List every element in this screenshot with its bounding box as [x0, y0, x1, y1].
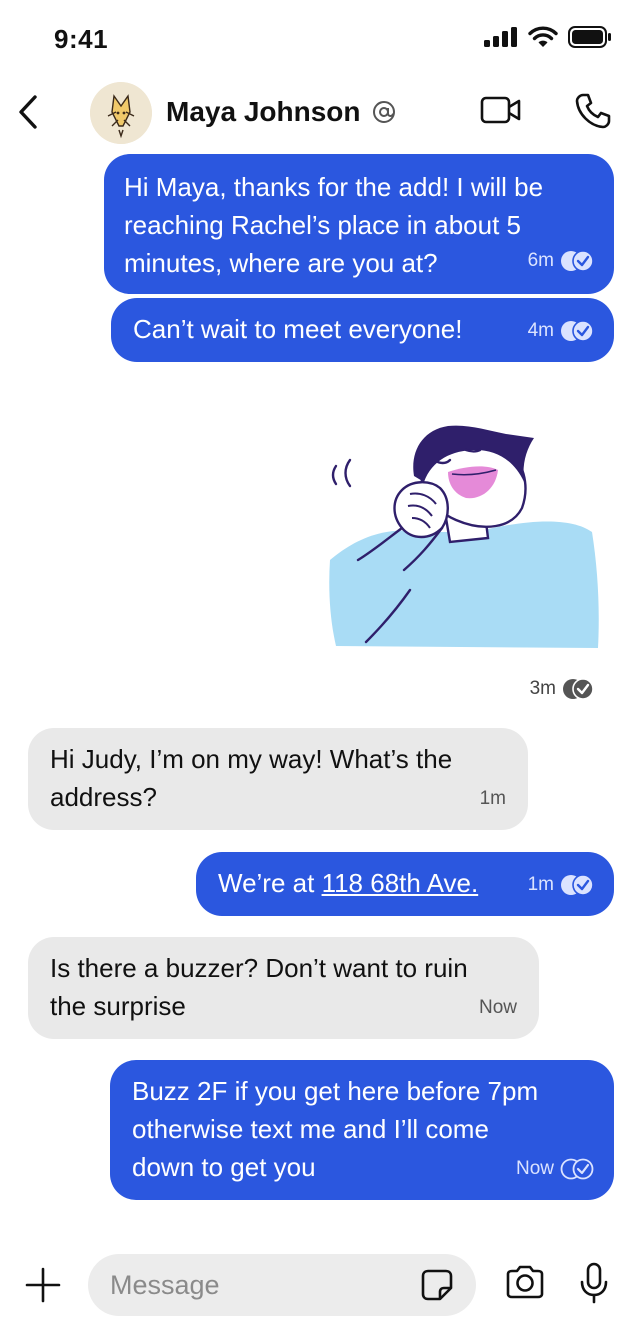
- message-input[interactable]: [110, 1268, 400, 1302]
- at-mention-icon: [373, 101, 395, 123]
- message-text-line: Hi Judy, I’m on my way! What’s the: [50, 744, 453, 774]
- message-time: Now: [515, 1158, 554, 1179]
- wifi-icon: [528, 26, 558, 47]
- message-bubble-incoming[interactable]: Is there a buzzer? Don’t want to ruin th…: [28, 937, 539, 1039]
- read-receipt-icon: [563, 678, 594, 700]
- message-time: Now: [478, 997, 517, 1018]
- message-composer: [0, 1240, 636, 1334]
- message-text-line: Hi Maya, thanks for the add! I will be: [124, 172, 544, 202]
- message-time: 6m: [527, 250, 554, 271]
- delivered-receipt-icon: [560, 1158, 594, 1180]
- status-icons: [484, 26, 612, 48]
- sticker-icon: [421, 1269, 453, 1301]
- add-attachment-button[interactable]: [24, 1266, 62, 1309]
- message-meta: 1m: [528, 866, 594, 904]
- message-field[interactable]: [88, 1254, 476, 1316]
- sticker-button[interactable]: [420, 1268, 454, 1307]
- status-time: 9:41: [54, 24, 109, 54]
- camera-button[interactable]: [504, 1264, 546, 1305]
- message-time: 4m: [527, 320, 554, 341]
- phone-icon: [575, 93, 611, 129]
- read-receipt-icon: [561, 320, 594, 342]
- message-text-line: Can’t wait to meet everyone!: [133, 314, 463, 344]
- message-text-line: Is there a buzzer? Don’t want to ruin: [50, 953, 468, 983]
- video-call-button[interactable]: [480, 94, 522, 131]
- read-receipt-icon: [561, 874, 594, 896]
- message-text-line: address?: [50, 782, 157, 812]
- message-bubble-outgoing[interactable]: Hi Maya, thanks for the add! I will be r…: [104, 154, 614, 294]
- message-text-line: Buzz 2F if you get here before 7pm: [132, 1076, 539, 1106]
- message-time: 1m: [479, 788, 506, 809]
- message-text-line: reaching Rachel’s place in about 5: [124, 210, 522, 240]
- excited-person-sticker-icon: [329, 425, 599, 648]
- read-receipt-icon: [561, 250, 594, 272]
- voice-call-button[interactable]: [574, 92, 612, 135]
- contact-avatar[interactable]: [90, 82, 152, 144]
- message-time: 1m: [527, 874, 554, 895]
- message-meta: 4m: [528, 312, 594, 350]
- message-bubble-outgoing[interactable]: Buzz 2F if you get here before 7pm other…: [110, 1060, 614, 1200]
- message-bubble-outgoing[interactable]: We’re at 118 68th Ave. 1m: [196, 852, 614, 916]
- message-text-line: otherwise text me and I’ll come: [132, 1114, 489, 1144]
- battery-icon: [568, 26, 611, 48]
- status-bar: 9:41: [0, 0, 636, 78]
- message-bubble-incoming[interactable]: Hi Judy, I’m on my way! What’s the addre…: [28, 728, 528, 830]
- message-meta: Now: [516, 1150, 594, 1188]
- cellular-signal-icon: [484, 27, 517, 47]
- contact-name[interactable]: Maya Johnson: [166, 96, 360, 128]
- sticker-message[interactable]: [326, 420, 602, 650]
- message-bubble-outgoing[interactable]: Can’t wait to meet everyone! 4m: [111, 298, 614, 362]
- microphone-button[interactable]: [578, 1262, 610, 1309]
- message-text-prefix: We’re at: [218, 868, 322, 898]
- chat-header: Maya Johnson: [0, 78, 636, 150]
- address-link[interactable]: 118 68th Ave.: [322, 868, 479, 898]
- camera-icon: [506, 1265, 544, 1299]
- microphone-icon: [580, 1262, 608, 1304]
- message-text-line: minutes, where are you at?: [124, 248, 438, 278]
- message-meta: 6m: [528, 242, 594, 280]
- message-time: 3m: [529, 678, 556, 699]
- back-button[interactable]: [10, 88, 46, 136]
- sticker-meta: 3m: [530, 678, 594, 700]
- chevron-left-icon: [19, 95, 37, 129]
- video-camera-icon: [480, 96, 521, 124]
- plus-icon: [25, 1267, 61, 1303]
- message-text-line: the surprise: [50, 991, 186, 1021]
- fox-avatar-icon: [90, 82, 152, 144]
- message-meta: Now: [479, 989, 517, 1027]
- message-meta: 1m: [480, 780, 506, 818]
